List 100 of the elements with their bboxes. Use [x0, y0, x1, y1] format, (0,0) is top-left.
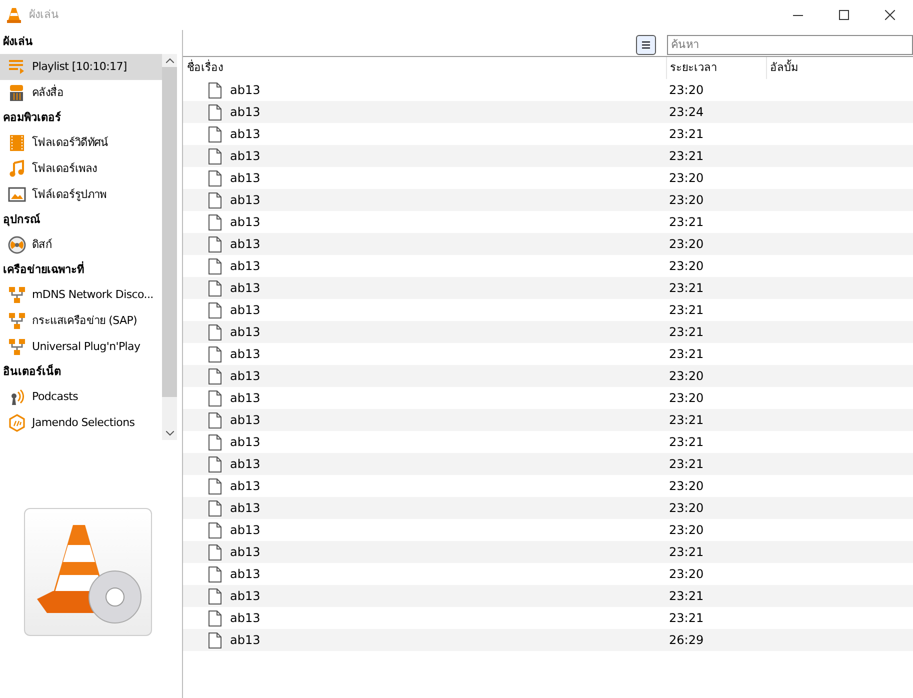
table-cell-text: ab13 — [230, 522, 260, 539]
table-cell: 23:20 — [669, 259, 704, 273]
table-cell-text: ab13 — [230, 280, 260, 297]
cone-logo-icon — [7, 7, 21, 23]
disc-icon — [8, 236, 26, 254]
maximize-icon — [839, 10, 849, 20]
file-icon — [208, 368, 222, 384]
file-icon — [208, 82, 222, 98]
column-header[interactable]: ชื่อเรื่อง — [183, 57, 666, 79]
file-icon — [208, 280, 222, 296]
section-heading: เครือข่ายเฉพาะที่ — [2, 260, 85, 278]
table-cell-text: ab13 — [230, 610, 260, 627]
table-cell-text: ab13 — [230, 412, 260, 429]
table-cell: 23:21 — [669, 457, 704, 471]
hexagon-logo-icon — [8, 414, 26, 432]
table-cell-text: ab13 — [230, 324, 260, 341]
file-icon — [208, 104, 222, 120]
table-cell-text: ab13 — [230, 588, 260, 605]
sidebar-item[interactable]: กระแสเครือข่าย (SAP) — [0, 308, 162, 334]
section-heading: ผังเล่น — [2, 34, 34, 50]
table-cell: 23:20 — [669, 369, 704, 383]
table-cell-text: ab13 — [230, 82, 260, 99]
list-icon — [641, 40, 651, 50]
table-cell: 23:20 — [669, 83, 704, 97]
file-icon — [208, 412, 222, 428]
file-icon — [208, 478, 222, 494]
table-cell: 23:20 — [669, 523, 704, 537]
file-icon — [208, 148, 222, 164]
file-icon — [208, 566, 222, 582]
column-header[interactable]: ระยะเวลา — [666, 57, 766, 79]
table-cell-text: ab13 — [230, 104, 260, 121]
section-heading: คอมพิวเตอร์ — [2, 110, 62, 126]
table-cell: 23:20 — [669, 193, 704, 207]
column-header[interactable]: อัลบั้ม — [766, 57, 913, 79]
table-cell: 23:21 — [669, 325, 704, 339]
sidebar-item[interactable]: โฟล์เดอร์รูปภาพ — [0, 182, 162, 208]
table-cell: 23:21 — [669, 589, 704, 603]
file-icon — [208, 588, 222, 604]
film-strip-icon — [8, 134, 26, 152]
file-icon — [208, 390, 222, 406]
table-cell: 23:21 — [669, 435, 704, 449]
search-field[interactable]: ค้นหา — [667, 34, 913, 54]
playlist-view-button[interactable] — [636, 34, 656, 54]
table-cell-text: ab13 — [230, 478, 260, 495]
table-cell-text: ab13 — [230, 214, 260, 231]
table-cell-text: ab13 — [230, 302, 260, 319]
section-heading: อุปกรณ์ — [2, 212, 41, 228]
table-cell: 26:29 — [669, 633, 704, 647]
table-cell-text: ab13 — [230, 390, 260, 407]
file-icon — [208, 434, 222, 450]
sidebar-item[interactable]: คลังสื่อ — [0, 80, 162, 106]
table-cell-text: ab13 — [230, 236, 260, 253]
scroll-up-icon — [166, 58, 174, 63]
file-icon — [208, 192, 222, 208]
table-cell-text: ab13 — [230, 500, 260, 517]
file-icon — [208, 170, 222, 186]
file-icon — [208, 610, 222, 626]
file-icon — [208, 500, 222, 516]
section-heading: อินเตอร์เน็ต — [2, 363, 62, 380]
file-icon — [208, 214, 222, 230]
music-note-icon — [8, 160, 26, 178]
table-cell: 23:21 — [669, 347, 704, 361]
table-cell: 23:21 — [669, 413, 704, 427]
sidebar-item[interactable]: โฟลเดอร์เพลง — [0, 156, 162, 182]
file-icon — [208, 544, 222, 560]
table-cell: 23:20 — [669, 391, 704, 405]
table-cell: 23:21 — [669, 303, 704, 317]
table-cell: 23:21 — [669, 215, 704, 229]
table-cell: 23:21 — [669, 281, 704, 295]
table-cell-text: ab13 — [230, 368, 260, 385]
table-cell: 23:20 — [669, 501, 704, 515]
sidebar-item[interactable]: โฟลเดอร์วิดีทัศน์ — [0, 130, 162, 156]
table-cell-text: ab13 — [230, 126, 260, 143]
minimize-icon — [793, 14, 803, 16]
sidebar-item[interactable]: Jamendo Selections — [0, 410, 162, 436]
table-cell-text: ab13 — [230, 632, 260, 649]
table-cell-text: ab13 — [230, 544, 260, 561]
table-cell: 23:21 — [669, 611, 704, 625]
table-cell: 23:21 — [669, 149, 704, 163]
table-cell: 23:20 — [669, 237, 704, 251]
table-cell: 23:20 — [669, 567, 704, 581]
sidebar-item[interactable]: ดิสก์ — [0, 232, 162, 258]
table-cell-text: ab13 — [230, 434, 260, 451]
file-icon — [208, 258, 222, 274]
table-cell-text: ab13 — [230, 170, 260, 187]
sidebar-item[interactable]: Playlist [10:10:17] — [0, 54, 162, 80]
file-icon — [208, 324, 222, 340]
database-film-icon — [8, 84, 26, 102]
network-icon — [8, 338, 26, 356]
table-cell: 23:21 — [669, 545, 704, 559]
table-cell-text: ab13 — [230, 258, 260, 275]
sidebar-item[interactable]: mDNS Network Disco... — [0, 282, 162, 308]
playlist-icon — [8, 58, 26, 76]
sidebar-item[interactable]: Podcasts — [0, 384, 162, 410]
network-icon — [8, 312, 26, 330]
file-icon — [208, 632, 222, 648]
file-icon — [208, 456, 222, 472]
sidebar-item[interactable]: Universal Plug'n'Play — [0, 334, 162, 360]
file-icon — [208, 236, 222, 252]
table-cell: 23:24 — [669, 105, 704, 119]
